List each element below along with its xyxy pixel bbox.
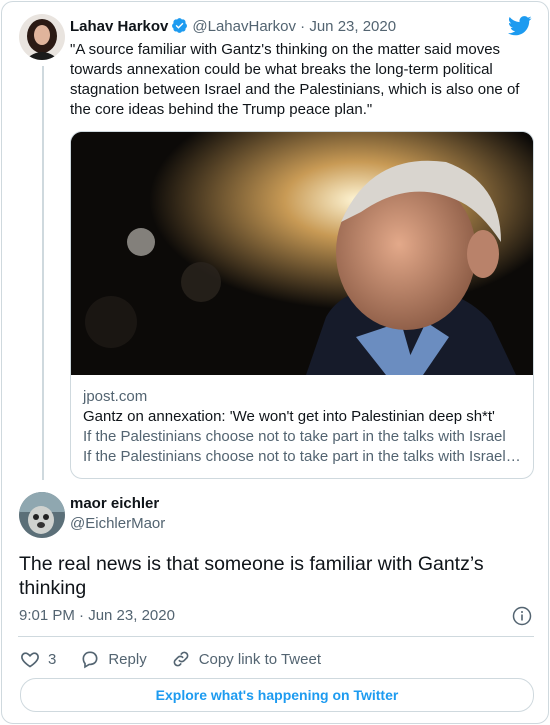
explore-twitter-button[interactable]: Explore what's happening on Twitter [20, 678, 534, 712]
link-preview-card[interactable]: jpost.com Gantz on annexation: 'We won't… [70, 131, 534, 479]
quoted-author-name[interactable]: Lahav Harkov [70, 18, 168, 35]
tweet-timestamp[interactable]: 9:01 PM · Jun 23, 2020 [19, 607, 175, 624]
quoted-tweet-header: Lahav Harkov @LahavHarkov · Jun 23, 2020 [70, 17, 396, 38]
link-description: If the Palestinians choose not to take p… [83, 448, 521, 465]
action-bar: 3 Reply Copy link to Tweet [20, 648, 345, 670]
like-count: 3 [48, 650, 57, 668]
link-title: Gantz on annexation: 'We won't get into … [83, 408, 495, 425]
reply-button[interactable]: Reply [80, 649, 147, 669]
header-separator: · [300, 18, 306, 35]
copy-link-label: Copy link to Tweet [198, 650, 321, 668]
twitter-bird-icon[interactable] [508, 16, 532, 41]
link-description-line-1: If the Palestinians choose not to take p… [83, 428, 506, 445]
quoted-author-handle[interactable]: @LahavHarkov [192, 18, 296, 35]
info-icon[interactable] [512, 606, 532, 631]
reply-icon [82, 651, 98, 669]
heart-icon [21, 652, 39, 668]
action-divider [18, 636, 534, 637]
tweet-embed-card: Lahav Harkov @LahavHarkov · Jun 23, 2020 … [1, 1, 549, 724]
thread-connector-line [42, 66, 44, 480]
tweet-text: The real news is that someone is familia… [19, 553, 484, 599]
link-preview-image [71, 132, 533, 375]
reply-label: Reply [108, 650, 147, 668]
copy-link-button[interactable]: Copy link to Tweet [171, 649, 321, 669]
reply-author-avatar[interactable] [19, 492, 65, 538]
quoted-tweet-date[interactable]: Jun 23, 2020 [309, 18, 396, 35]
quoted-tweet-text: "A source familiar with Gantz's thinking… [70, 41, 520, 118]
reply-author-handle[interactable]: @EichlerMaor [70, 515, 165, 532]
verified-badge-icon [171, 17, 188, 38]
reply-author-name[interactable]: maor eichler [70, 495, 159, 512]
link-domain: jpost.com [83, 388, 148, 405]
link-icon [173, 651, 189, 667]
quoted-author-avatar[interactable] [19, 14, 65, 60]
like-button[interactable]: 3 [20, 649, 56, 669]
